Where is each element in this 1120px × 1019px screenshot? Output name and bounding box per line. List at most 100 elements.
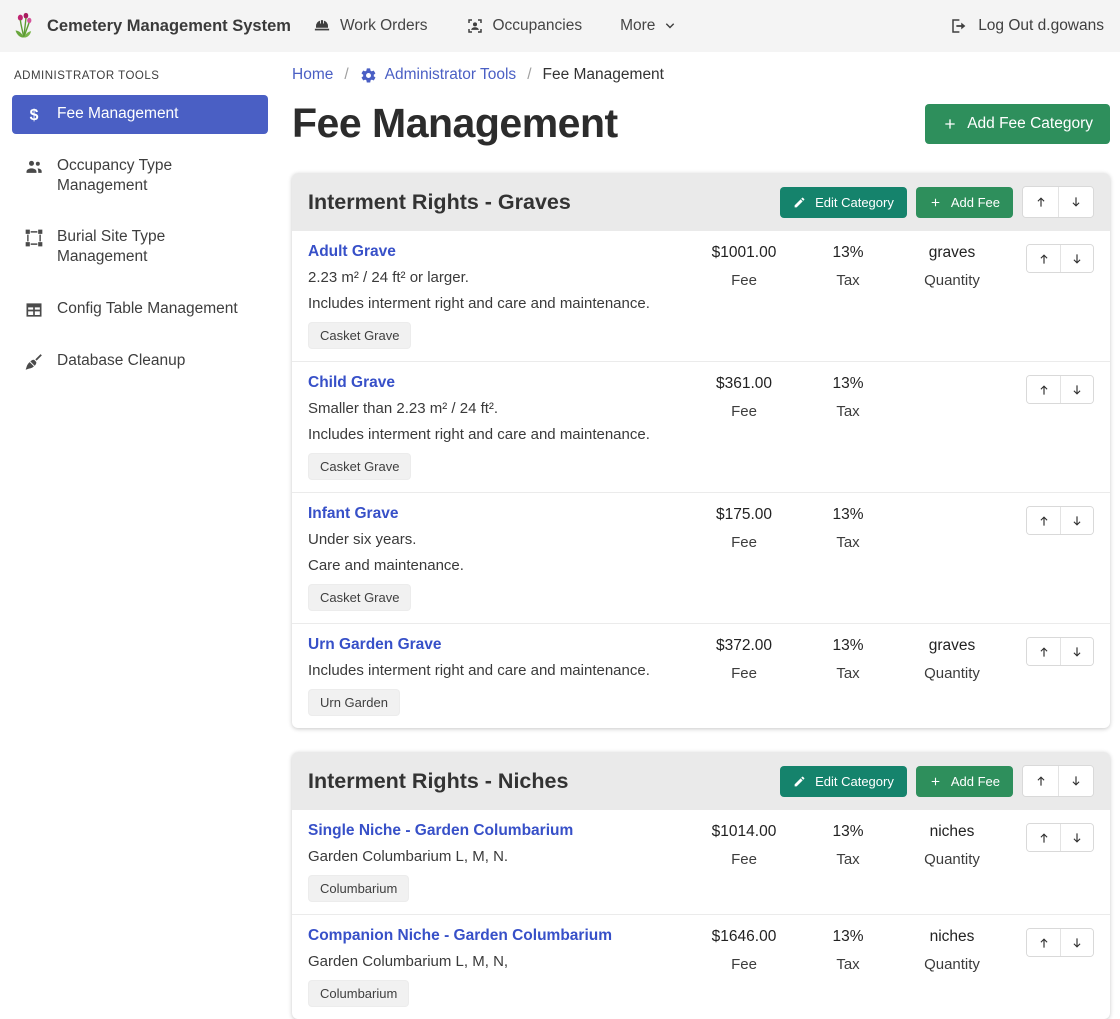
move-fee-down-button[interactable]	[1060, 824, 1093, 851]
add-fee-button[interactable]: Add Fee	[916, 187, 1013, 218]
quantity-value: niches	[900, 928, 1004, 946]
breadcrumb-admin-tools-link[interactable]: Administrator Tools	[360, 66, 517, 84]
category-reorder-group	[1022, 186, 1094, 218]
fee-description: Care and maintenance.	[308, 557, 684, 574]
category-title: Interment Rights - Niches	[308, 769, 780, 794]
category-title: Interment Rights - Graves	[308, 190, 780, 215]
fee-description: Includes interment right and care and ma…	[308, 295, 684, 312]
fee-label: Fee	[692, 956, 796, 973]
broom-icon	[24, 352, 44, 372]
move-fee-down-button[interactable]	[1060, 245, 1093, 272]
move-fee-down-button[interactable]	[1060, 929, 1093, 956]
top-navbar: Cemetery Management System Work Orders Oc…	[0, 0, 1120, 52]
fee-name-link[interactable]: Infant Grave	[308, 505, 398, 523]
category-fee-list: Adult Grave 2.23 m² / 24 ft² or larger. I…	[292, 231, 1110, 728]
fee-description: 2.23 m² / 24 ft² or larger.	[308, 269, 684, 286]
page-title: Fee Management	[292, 100, 618, 147]
occupancy-frame-icon	[466, 17, 484, 35]
fee-type-badge: Casket Grave	[308, 453, 411, 480]
svg-text:$: $	[30, 107, 39, 124]
fee-reorder-group	[1026, 244, 1094, 273]
arrow-up-icon	[1034, 774, 1048, 788]
stat-fee: $1014.00Fee	[692, 823, 796, 868]
fee-name-link[interactable]: Single Niche - Garden Columbarium	[308, 822, 573, 840]
stat-fee: $175.00Fee	[692, 506, 796, 551]
stat-tax: 13%Tax	[796, 928, 900, 973]
edit-category-button[interactable]: Edit Category	[780, 766, 907, 797]
dollar-icon: $	[24, 105, 44, 125]
logout-button[interactable]: Log Out d.gowans	[950, 17, 1104, 35]
arrow-up-icon	[1037, 645, 1051, 659]
sidebar-item-fee-management[interactable]: $ Fee Management	[12, 95, 268, 134]
sidebar: ADMINISTRATOR TOOLS $Fee ManagementOccup…	[0, 52, 280, 939]
move-category-up-button[interactable]	[1023, 187, 1058, 217]
fee-reorder-group	[1026, 506, 1094, 535]
nav-item-work-orders[interactable]: Work Orders	[313, 17, 428, 35]
tax-value: 13%	[796, 823, 900, 841]
fee-type-badge: Casket Grave	[308, 322, 411, 349]
move-category-down-button[interactable]	[1058, 187, 1093, 217]
stat-fee: $372.00Fee	[692, 637, 796, 682]
breadcrumb-home-link[interactable]: Home	[292, 66, 333, 84]
stat-tax: 13%Tax	[796, 244, 900, 289]
move-fee-up-button[interactable]	[1027, 638, 1060, 665]
category-header: Interment Rights - Graves Edit Category …	[292, 173, 1110, 231]
page-header: Fee Management Add Fee Category	[292, 100, 1110, 147]
stat-fee: $1001.00Fee	[692, 244, 796, 289]
breadcrumb: Home / Administrator Tools / Fee Managem…	[292, 66, 1110, 84]
quantity-label: Quantity	[900, 272, 1004, 289]
plus-icon	[929, 775, 942, 788]
stat-quantity: nichesQuantity	[900, 928, 1004, 973]
fee-type-badge: Urn Garden	[308, 689, 400, 716]
move-fee-down-button[interactable]	[1060, 376, 1093, 403]
sidebar-item-label: Config Table Management	[57, 299, 238, 319]
move-fee-down-button[interactable]	[1060, 507, 1093, 534]
fee-reorder-group	[1026, 637, 1094, 666]
nav-item-label: Work Orders	[340, 17, 428, 35]
move-category-down-button[interactable]	[1058, 766, 1093, 796]
sidebar-item-label: Occupancy Type Management	[57, 156, 243, 196]
move-fee-up-button[interactable]	[1027, 245, 1060, 272]
quantity-label: Quantity	[900, 851, 1004, 868]
edit-category-button[interactable]: Edit Category	[780, 187, 907, 218]
tax-label: Tax	[796, 403, 900, 420]
tax-label: Tax	[796, 851, 900, 868]
fee-name-link[interactable]: Companion Niche - Garden Columbarium	[308, 927, 612, 945]
move-category-up-button[interactable]	[1023, 766, 1058, 796]
fee-row: Adult Grave 2.23 m² / 24 ft² or larger. I…	[292, 231, 1110, 362]
move-fee-up-button[interactable]	[1027, 929, 1060, 956]
sidebar-item-label: Fee Management	[57, 104, 179, 124]
sidebar-item-database-cleanup[interactable]: Database Cleanup	[12, 342, 268, 381]
arrow-down-icon	[1070, 645, 1084, 659]
move-fee-down-button[interactable]	[1060, 638, 1093, 665]
nav-item-more[interactable]: More	[620, 17, 677, 35]
move-fee-up-button[interactable]	[1027, 507, 1060, 534]
fee-name-link[interactable]: Child Grave	[308, 374, 395, 392]
stat-tax: 13% Tax	[796, 823, 900, 868]
fee-name-link[interactable]: Adult Grave	[308, 243, 396, 261]
add-fee-category-button[interactable]: Add Fee Category	[925, 104, 1110, 144]
move-fee-up-button[interactable]	[1027, 824, 1060, 851]
category-fee-list: Single Niche - Garden Columbarium Garden…	[292, 810, 1110, 1019]
arrow-up-icon	[1037, 383, 1051, 397]
add-fee-button[interactable]: Add Fee	[916, 766, 1013, 797]
main-nav: Work Orders Occupancies More	[313, 17, 678, 35]
breadcrumb-separator: /	[527, 66, 531, 84]
hard-hat-icon	[313, 17, 331, 35]
move-fee-up-button[interactable]	[1027, 376, 1060, 403]
fee-name-link[interactable]: Urn Garden Grave	[308, 636, 442, 654]
arrow-down-icon	[1070, 936, 1084, 950]
gear-icon	[360, 67, 377, 84]
sidebar-item-label: Database Cleanup	[57, 351, 185, 371]
sidebar-item-occupancy-type-management[interactable]: Occupancy Type Management	[12, 147, 268, 205]
fee-row: Infant Grave Under six years.Care and ma…	[292, 493, 1110, 624]
sidebar-item-config-table-management[interactable]: Config Table Management	[12, 290, 268, 329]
stat-empty	[900, 375, 1004, 420]
nav-item-occupancies[interactable]: Occupancies	[466, 17, 583, 35]
quantity-label: Quantity	[900, 665, 1004, 682]
sidebar-item-burial-site-type-management[interactable]: Burial Site Type Management	[12, 218, 268, 276]
app-brand[interactable]: Cemetery Management System	[12, 11, 291, 41]
breadcrumb-separator: /	[344, 66, 348, 84]
fee-category-panel: Interment Rights - Graves Edit Category …	[292, 173, 1110, 728]
fee-row: Child Grave Smaller than 2.23 m² / 24 ft…	[292, 362, 1110, 493]
